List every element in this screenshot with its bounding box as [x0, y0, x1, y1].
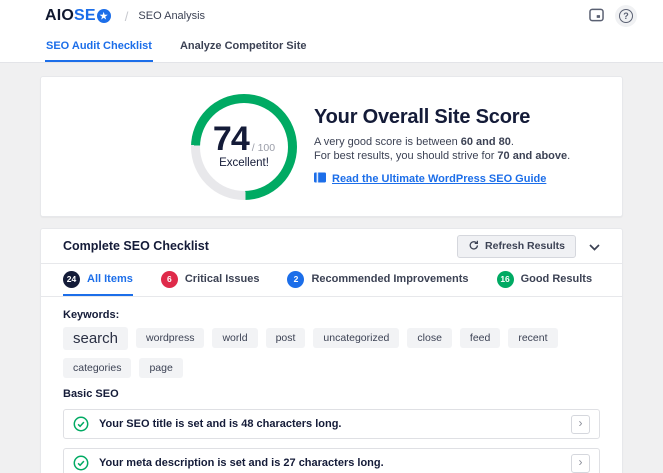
keyword-cloud: search wordpress world post uncategorize…: [63, 327, 600, 379]
score-line-2: For best results, you should strive for …: [314, 150, 570, 162]
check-circle-icon: [73, 416, 89, 432]
seo-guide-link[interactable]: Read the Ultimate WordPress SEO Guide: [314, 172, 546, 186]
refresh-results-button[interactable]: Refresh Results: [457, 235, 576, 258]
checklist-title: Complete SEO Checklist: [63, 239, 209, 253]
site-score-card: 74 / 100 Excellent! Your Overall Site Sc…: [40, 76, 623, 217]
aioseo-gear-star-icon: ★: [97, 9, 111, 23]
filter-tab[interactable]: 2 Recommended Improvements: [287, 264, 468, 296]
checklist-header-actions: Refresh Results: [457, 235, 600, 258]
keyword-chip[interactable]: feed: [460, 328, 500, 349]
checklist-item-text: Your meta description is set and is 27 c…: [99, 457, 384, 469]
seo-analysis-page: AIOSE★ / SEO Analysis ? SEO Audit Checkl…: [0, 0, 663, 473]
count-badge: 24: [63, 271, 80, 288]
checklist-item: Your SEO title is set and is 48 characte…: [63, 409, 600, 439]
checklist-item-text: Your SEO title is set and is 48 characte…: [99, 418, 342, 430]
keyword-chip[interactable]: search: [63, 327, 128, 350]
expand-item-button[interactable]: ›: [571, 415, 590, 434]
keyword-chip[interactable]: categories: [63, 358, 131, 379]
checklist-body: Keywords: search wordpress world post un…: [41, 297, 622, 473]
help-icon: ?: [619, 9, 633, 23]
filter-tab[interactable]: 16 Good Results: [497, 264, 593, 296]
keyword-chip[interactable]: page: [139, 358, 182, 379]
checklist-header: Complete SEO Checklist Refresh Results: [41, 229, 622, 264]
content-area: 74 / 100 Excellent! Your Overall Site Sc…: [0, 63, 663, 473]
site-score-value: 74 / 100 Excellent!: [200, 103, 288, 191]
keyword-chip[interactable]: close: [407, 328, 452, 349]
filter-tab-label: Critical Issues: [185, 273, 260, 285]
filter-tab-label: All Items: [87, 273, 133, 285]
score-description: Your Overall Site Score A very good scor…: [314, 106, 570, 188]
keyword-chip[interactable]: world: [212, 328, 257, 349]
refresh-icon: [468, 239, 479, 253]
filter-tab-label: Recommended Improvements: [311, 273, 468, 285]
seo-guide-link-label: Read the Ultimate WordPress SEO Guide: [332, 173, 546, 185]
score-title: Your Overall Site Score: [314, 106, 570, 129]
notifications-icon: [589, 8, 604, 25]
chevron-down-icon: [589, 239, 600, 254]
breadcrumb: SEO Analysis: [138, 10, 205, 22]
checklist-items: Your SEO title is set and is 48 characte…: [63, 409, 600, 473]
notifications-button[interactable]: [589, 8, 604, 25]
filter-tab[interactable]: 24 All Items: [63, 264, 133, 296]
score-line-1: A very good score is between 60 and 80.: [314, 136, 570, 148]
keyword-chip[interactable]: recent: [508, 328, 557, 349]
count-badge: 16: [497, 271, 514, 288]
refresh-results-label: Refresh Results: [485, 240, 565, 252]
breadcrumb-separator: /: [125, 9, 129, 24]
nav-tab[interactable]: Analyze Competitor Site: [179, 32, 308, 62]
filter-tab[interactable]: 6 Critical Issues: [161, 264, 260, 296]
basic-seo-section-label: Basic SEO: [63, 388, 600, 400]
keyword-chip[interactable]: wordpress: [136, 328, 204, 349]
main-nav-tabs: SEO Audit Checklist Analyze Competitor S…: [0, 32, 663, 63]
aioseo-logo: AIOSE★: [45, 7, 111, 25]
expand-item-button[interactable]: ›: [571, 454, 590, 473]
count-badge: 2: [287, 271, 304, 288]
collapse-card-button[interactable]: [589, 239, 600, 254]
app-header: AIOSE★ / SEO Analysis ?: [0, 0, 663, 32]
logo-text-blue: SE: [74, 7, 96, 25]
count-badge: 6: [161, 271, 178, 288]
check-circle-icon: [73, 455, 89, 471]
book-icon: [314, 172, 326, 186]
checklist-item: Your meta description is set and is 27 c…: [63, 448, 600, 473]
seo-checklist-card: Complete SEO Checklist Refresh Results: [40, 228, 623, 473]
score-rating-label: Excellent!: [219, 157, 269, 169]
site-score-ring: 74 / 100 Excellent!: [191, 94, 297, 200]
filter-tab-label: Good Results: [521, 273, 593, 285]
score-number: 74: [213, 124, 249, 155]
result-filter-tabs: 24 All Items 6 Critical Issues 2 Recomme…: [41, 264, 622, 297]
score-max: / 100: [252, 142, 275, 154]
nav-tab[interactable]: SEO Audit Checklist: [45, 32, 153, 62]
header-actions: ?: [589, 5, 637, 27]
help-button[interactable]: ?: [615, 5, 637, 27]
logo-text-dark: AIO: [45, 7, 74, 25]
keyword-chip[interactable]: post: [266, 328, 306, 349]
keywords-label: Keywords:: [63, 309, 600, 322]
keyword-chip[interactable]: uncategorized: [313, 328, 399, 349]
